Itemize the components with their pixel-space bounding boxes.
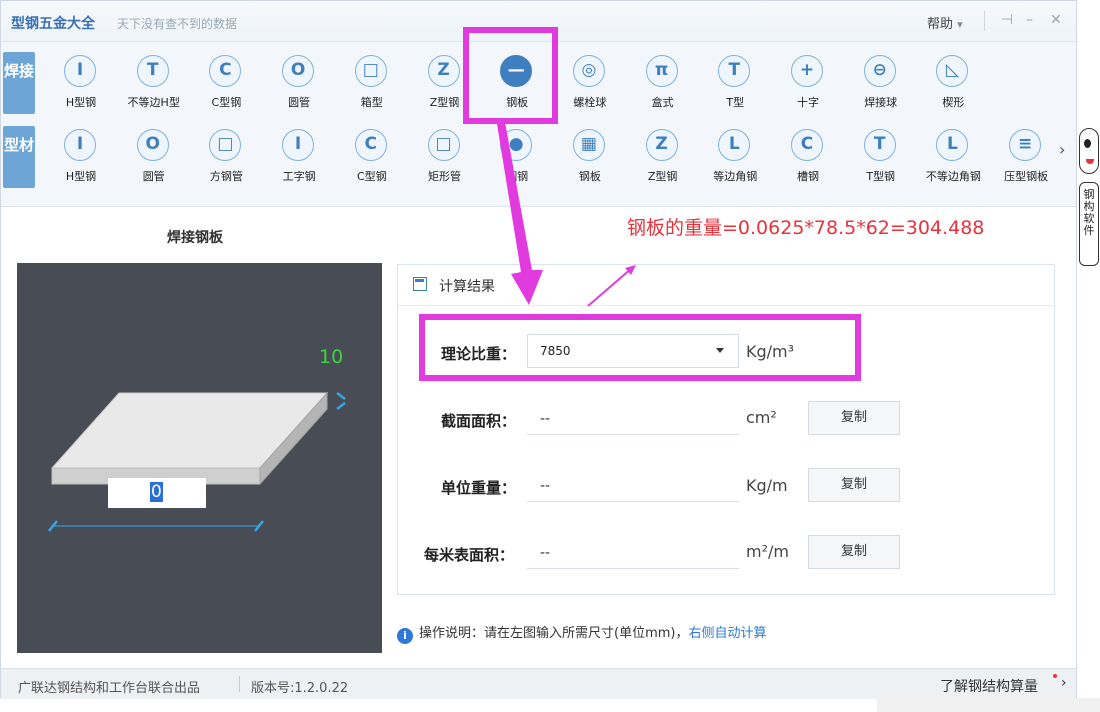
mascot-icon <box>1079 128 1099 174</box>
mascot[interactable]: 钢构软件 <box>1077 126 1100 266</box>
arrow-to-annotation <box>587 267 633 307</box>
arrow-to-results <box>497 122 543 305</box>
mascot-bubble: 钢构软件 <box>1079 182 1099 266</box>
annotation-arrows <box>497 122 636 307</box>
background-corner <box>877 698 1100 712</box>
